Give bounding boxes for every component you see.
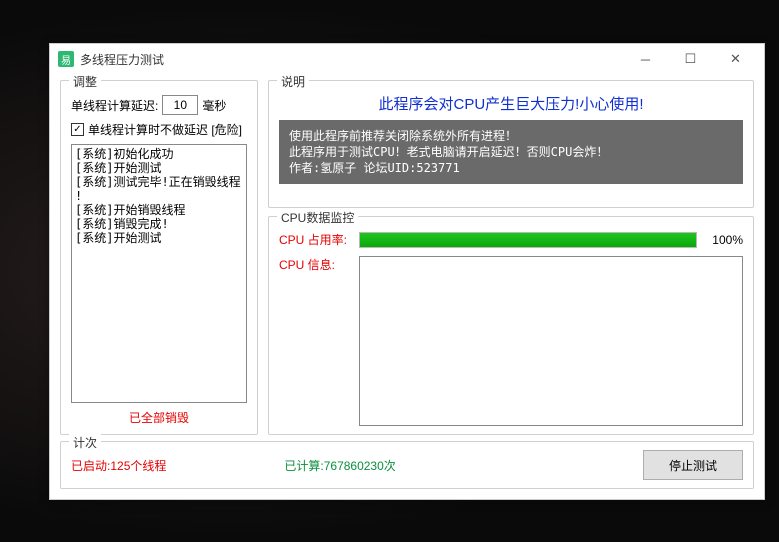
left-column: 调整 单线程计算延迟: 毫秒 ✓ 单线程计算时不做延迟 [危险] [系统]初始化… <box>60 80 258 435</box>
right-column: 说明 此程序会对CPU产生巨大压力!小心使用! 使用此程序前推荐关闭除系统外所有… <box>268 80 754 435</box>
calc-prefix: 已计算: <box>284 459 323 473</box>
cpu-group-label: CPU数据监控 <box>277 209 358 226</box>
cpu-usage-label: CPU 占用率: <box>279 231 351 248</box>
cpu-monitor-group: CPU数据监控 CPU 占用率: 100% CPU 信息: <box>268 216 754 435</box>
warning-title: 此程序会对CPU产生巨大压力!小心使用! <box>279 93 743 114</box>
cpu-info-row: CPU 信息: <box>279 256 743 426</box>
cpu-usage-percent: 100% <box>705 233 743 247</box>
cpu-usage-row: CPU 占用率: 100% <box>279 231 743 248</box>
started-prefix: 已启动: <box>71 459 110 473</box>
maximize-button[interactable]: ☐ <box>668 45 713 73</box>
delay-label-prefix: 单线程计算延迟: <box>71 97 158 114</box>
window-title: 多线程压力测试 <box>80 51 623 68</box>
cpu-usage-progressbar <box>359 232 697 248</box>
cpu-info-textarea[interactable] <box>359 256 743 426</box>
threads-started-label: 已启动:125个线程 <box>71 457 166 474</box>
minimize-button[interactable]: ─ <box>623 45 668 73</box>
no-delay-label: 单线程计算时不做延迟 [危险] <box>88 121 242 138</box>
titlebar[interactable]: 多线程压力测试 ─ ☐ ✕ <box>50 44 764 74</box>
top-row: 调整 单线程计算延迟: 毫秒 ✓ 单线程计算时不做延迟 [危险] [系统]初始化… <box>60 80 754 435</box>
calc-value: 767860230次 <box>324 459 396 473</box>
calculations-label: 已计算:767860230次 <box>184 457 625 474</box>
delay-field-row: 单线程计算延迟: 毫秒 <box>71 95 247 115</box>
app-icon <box>58 51 74 67</box>
cpu-usage-fill <box>360 233 696 247</box>
main-window: 多线程压力测试 ─ ☐ ✕ 调整 单线程计算延迟: 毫秒 ✓ 单线程计算 <box>49 43 765 500</box>
no-delay-checkbox-row[interactable]: ✓ 单线程计算时不做延迟 [危险] <box>71 121 247 138</box>
adjust-group: 调整 单线程计算延迟: 毫秒 ✓ 单线程计算时不做延迟 [危险] [系统]初始化… <box>60 80 258 435</box>
warning-body: 使用此程序前推荐关闭除系统外所有进程！ 此程序用于测试CPU！老式电脑请开启延迟… <box>279 120 743 184</box>
count-group-label: 计次 <box>69 434 101 451</box>
content-area: 调整 单线程计算延迟: 毫秒 ✓ 单线程计算时不做延迟 [危险] [系统]初始化… <box>50 74 764 499</box>
cpu-info-label: CPU 信息: <box>279 256 351 426</box>
description-group-label: 说明 <box>277 73 309 90</box>
started-value: 125个线程 <box>110 459 166 473</box>
delay-label-suffix: 毫秒 <box>202 97 226 114</box>
close-button[interactable]: ✕ <box>713 45 758 73</box>
destroy-status-label: 已全部销毁 <box>71 409 247 426</box>
log-textarea[interactable]: [系统]初始化成功 [系统]开始测试 [系统]测试完毕!正在销毁线程 ! [系统… <box>71 144 247 403</box>
stop-test-button[interactable]: 停止测试 <box>643 450 743 480</box>
checkbox-icon[interactable]: ✓ <box>71 123 84 136</box>
delay-input[interactable] <box>162 95 198 115</box>
adjust-group-label: 调整 <box>69 73 101 90</box>
count-group: 计次 已启动:125个线程 已计算:767860230次 停止测试 <box>60 441 754 489</box>
window-controls: ─ ☐ ✕ <box>623 45 758 73</box>
description-group: 说明 此程序会对CPU产生巨大压力!小心使用! 使用此程序前推荐关闭除系统外所有… <box>268 80 754 208</box>
